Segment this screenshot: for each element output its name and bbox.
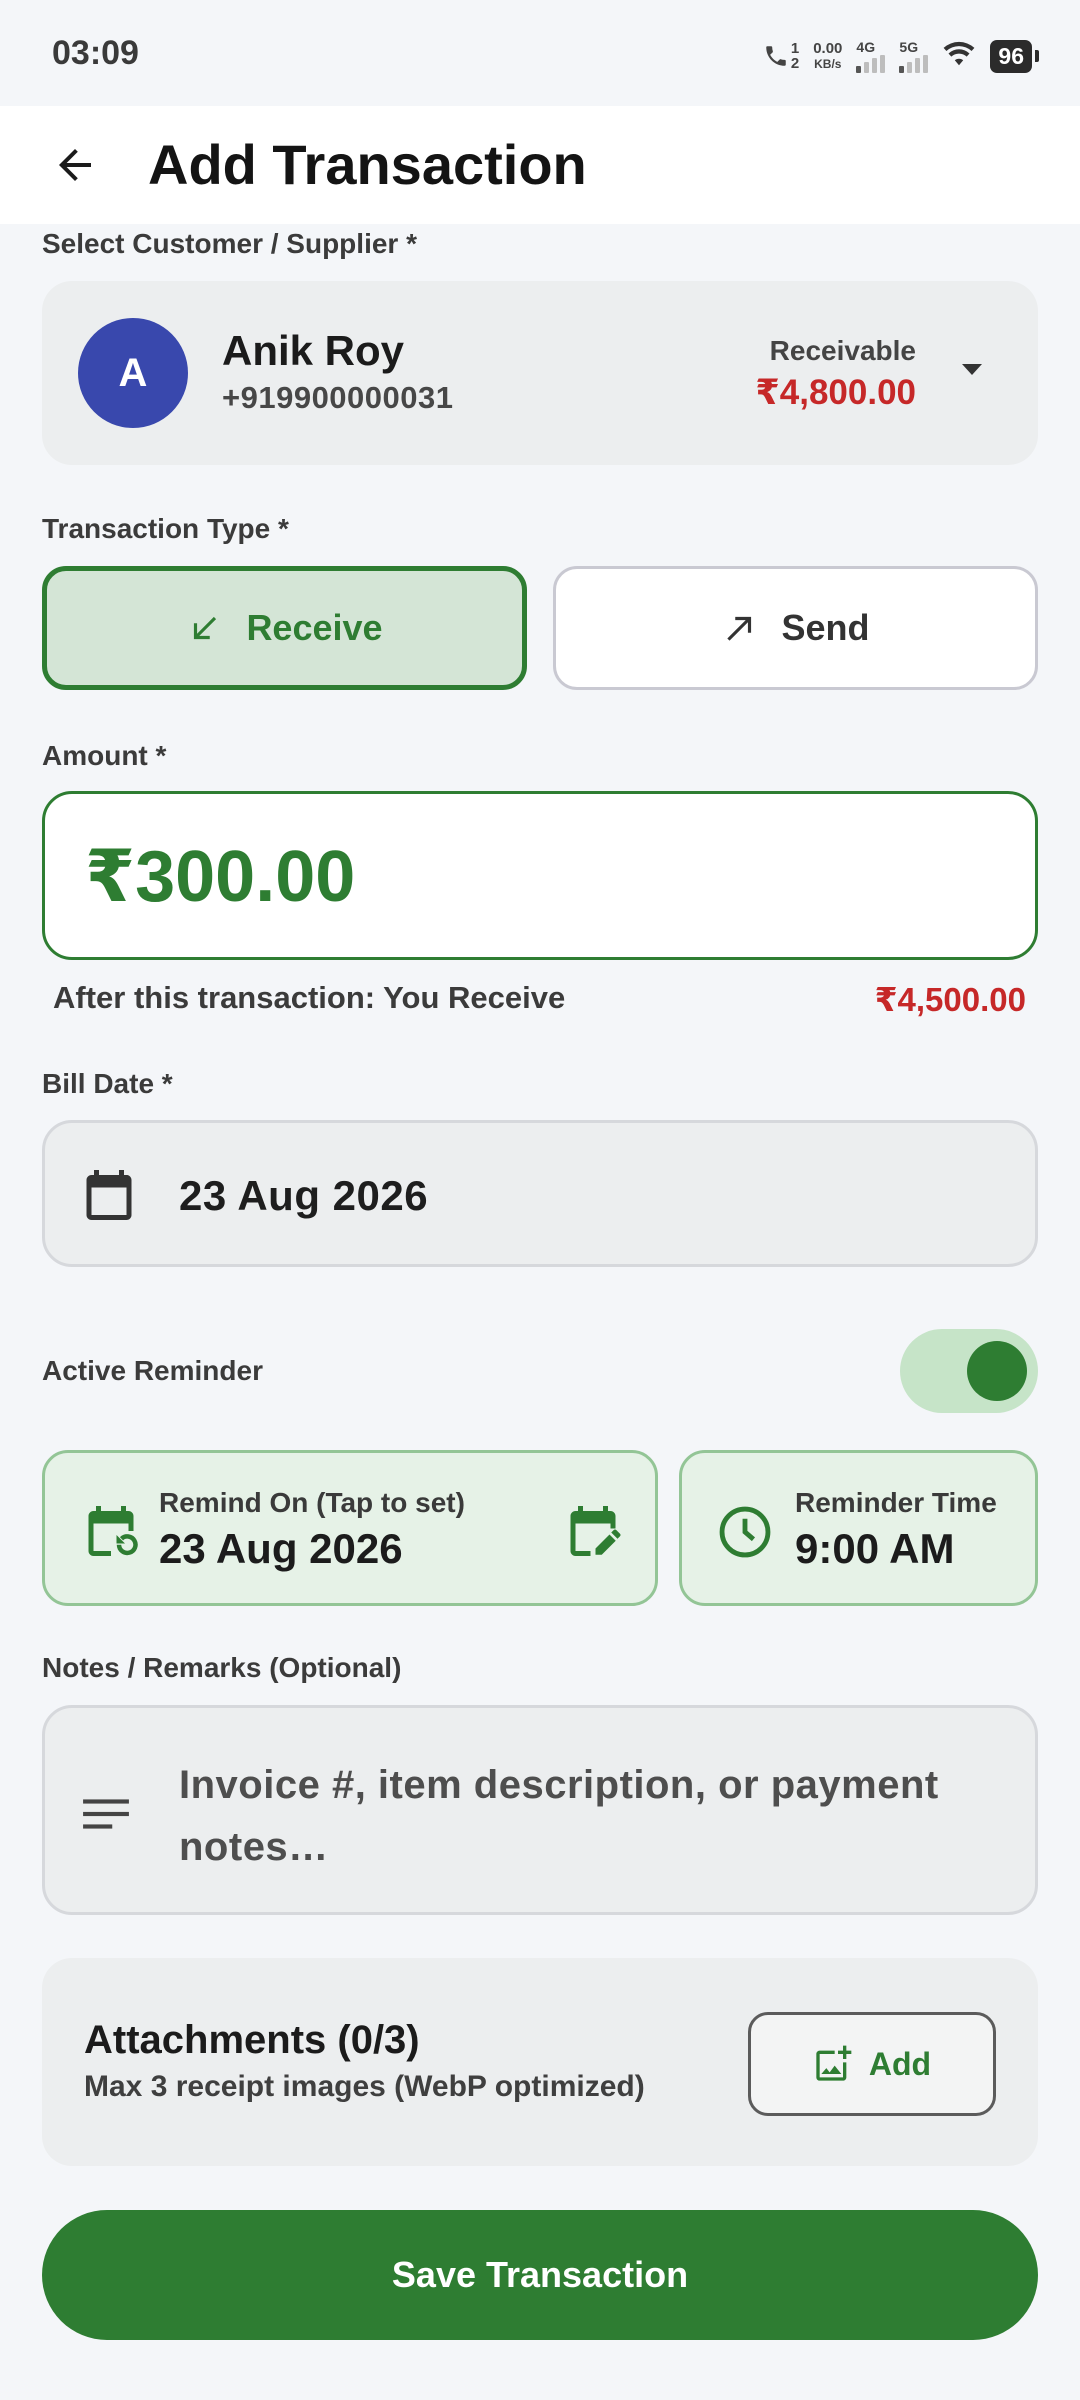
edit-calendar-icon[interactable] — [563, 1501, 623, 1561]
toggle-knob — [967, 1341, 1027, 1401]
notes-label: Notes / Remarks (Optional) — [42, 1652, 402, 1683]
customer-name: Anik Roy — [222, 327, 405, 374]
balance-value: ₹4,800.00 — [755, 373, 916, 412]
amount-label: Amount * — [42, 740, 167, 771]
active-reminder-label: Active Reminder — [42, 1355, 263, 1386]
after-transaction-value: ₹4,500.00 — [874, 981, 1026, 1018]
save-transaction-button[interactable]: Save Transaction — [42, 2210, 1038, 2340]
notes-input[interactable]: Invoice #, item description, or payment … — [42, 1705, 1038, 1915]
status-time: 03:09 — [52, 34, 139, 72]
customer-phone: +919900000031 — [222, 380, 454, 415]
calendar-icon — [86, 1170, 132, 1220]
customer-selector[interactable]: A Anik Roy +919900000031 Receivable ₹4,8… — [42, 281, 1038, 465]
receive-button[interactable]: Receive — [42, 566, 527, 690]
arrow-up-right-icon — [727, 616, 752, 641]
attachments-title: Attachments (0/3) — [84, 2018, 420, 2062]
reminder-time-label: Reminder Time — [795, 1487, 997, 1518]
network-speed-value: 0.00 — [813, 39, 843, 57]
add-attachment-label: Add — [868, 2045, 932, 2082]
signal-4g-label: 4G — [856, 38, 876, 55]
remind-on-value: 23 Aug 2026 — [159, 1525, 403, 1572]
network-speed-unit: KB/s — [814, 56, 842, 71]
attachments-subtitle: Max 3 receipt images (WebP optimized) — [84, 2070, 645, 2103]
transaction-type-label: Transaction Type * — [42, 513, 289, 544]
after-transaction-text: After this transaction: You Receive — [53, 980, 566, 1015]
page-title: Add Transaction — [148, 133, 587, 196]
signal-4g: 4G — [856, 38, 886, 73]
calendar-repeat-icon — [88, 1506, 138, 1556]
signal-bars-icon — [899, 54, 929, 73]
status-bar: 03:09 1 2 0.00 KB/s 4G 5G 96 — [0, 0, 1080, 106]
arrow-down-left-icon — [194, 616, 217, 640]
attachments-section: Attachments (0/3) Max 3 receipt images (… — [42, 1958, 1038, 2166]
status-icons: 1 2 0.00 KB/s 4G 5G 96 — [763, 36, 1039, 76]
reminder-toggle[interactable] — [900, 1329, 1038, 1413]
balance-label: Receivable — [769, 335, 916, 366]
dropdown-arrow-icon[interactable] — [962, 364, 982, 375]
network-speed: 0.00 KB/s — [813, 41, 842, 72]
sim-2-label: 2 — [790, 55, 800, 72]
amount-value: ₹300.00 — [85, 837, 356, 917]
signal-5g-label: 5G — [899, 38, 919, 55]
send-label: Send — [781, 607, 870, 648]
arrow-left-icon — [59, 149, 91, 181]
amount-input[interactable]: ₹300.00 — [42, 791, 1038, 960]
receive-label: Receive — [246, 607, 383, 648]
bill-date-label: Bill Date * — [42, 1068, 173, 1099]
notes-lines-icon — [83, 1799, 129, 1829]
back-button[interactable] — [44, 134, 106, 196]
remind-on-field[interactable]: Remind On (Tap to set) 23 Aug 2026 — [42, 1450, 658, 1606]
notes-placeholder: Invoice #, item description, or payment … — [179, 1763, 939, 1869]
wifi-icon — [942, 40, 976, 73]
remind-on-label: Remind On (Tap to set) — [159, 1487, 465, 1518]
call-icon: 1 2 — [763, 41, 799, 71]
customer-section-label: Select Customer / Supplier * — [42, 228, 417, 259]
clock-icon — [719, 1506, 771, 1558]
bill-date-field[interactable]: 23 Aug 2026 — [42, 1120, 1038, 1267]
battery-indicator: 96 — [990, 39, 1039, 73]
add-attachment-button[interactable]: Add — [748, 2012, 996, 2116]
reminder-time-value: 9:00 AM — [795, 1525, 955, 1572]
signal-bars-icon — [856, 54, 886, 73]
app-bar: Add Transaction — [0, 106, 1080, 224]
bill-date-value: 23 Aug 2026 — [179, 1172, 429, 1219]
add-photo-icon — [816, 2045, 852, 2081]
signal-5g: 5G — [899, 38, 929, 73]
send-button[interactable]: Send — [553, 566, 1038, 690]
reminder-time-field[interactable]: Reminder Time 9:00 AM — [679, 1450, 1038, 1606]
avatar: A — [78, 318, 188, 428]
